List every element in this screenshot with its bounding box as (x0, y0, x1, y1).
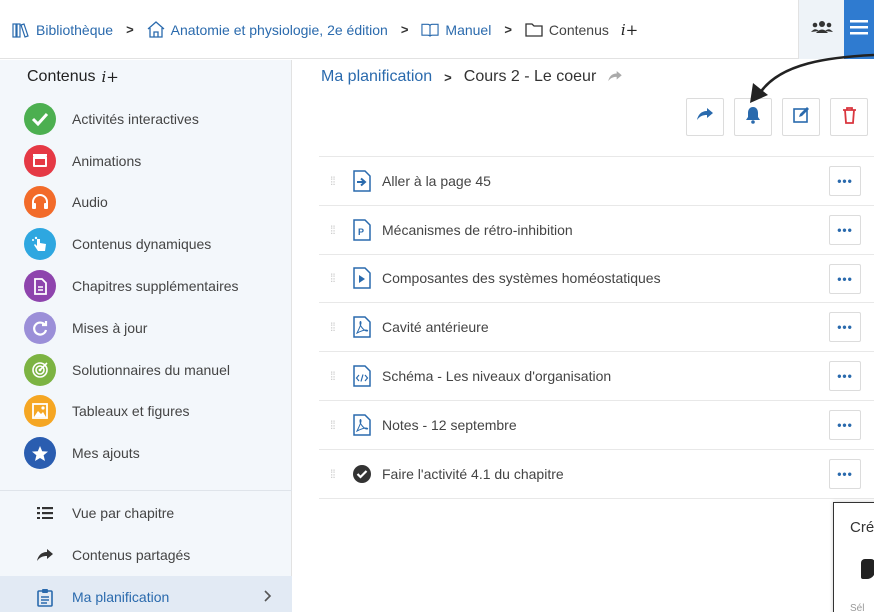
library-icon (12, 21, 30, 39)
sidebar: Contenus i+ Activités interactives Anima… (0, 60, 292, 612)
image-icon (24, 395, 56, 428)
trash-icon (842, 106, 857, 129)
breadcrumb-library[interactable]: Bibliothèque (12, 21, 113, 39)
list-icon (35, 507, 55, 519)
category-audio[interactable]: Audio (24, 182, 239, 224)
top-bar: Bibliothèque > Anatomie et physiologie, … (0, 0, 874, 59)
category-interactive-activities[interactable]: Activités interactives (24, 98, 239, 140)
video-file-icon (351, 266, 373, 290)
list-item[interactable]: ⁞⁞ Schéma - Les niveaux d'organisation •… (319, 352, 874, 401)
category-animations[interactable]: Animations (24, 140, 239, 182)
nav-shared-contents[interactable]: Contenus partagés (0, 534, 292, 576)
chevron-right-icon (264, 589, 272, 605)
more-options-button[interactable]: ••• (829, 361, 861, 392)
clipboard-icon (35, 588, 55, 607)
more-options-button[interactable]: ••• (829, 312, 861, 343)
category-updates[interactable]: Mises à jour (24, 307, 239, 349)
more-options-button[interactable]: ••• (829, 166, 861, 196)
category-my-additions[interactable]: Mes ajouts (24, 432, 239, 474)
menu-button[interactable] (844, 0, 874, 59)
check-icon (24, 102, 56, 135)
popup-title: Cré (850, 519, 874, 536)
more-options-button[interactable]: ••• (829, 263, 861, 294)
drag-handle-icon[interactable]: ⁞⁞ (330, 468, 340, 480)
drag-handle-icon[interactable]: ⁞⁞ (330, 419, 340, 431)
bell-icon (745, 106, 761, 129)
shared-indicator-icon (608, 69, 623, 85)
list-item[interactable]: ⁞⁞ Cavité antérieure ••• (319, 303, 874, 353)
more-options-button[interactable]: ••• (829, 458, 861, 489)
book-open-icon (421, 21, 440, 39)
breadcrumb-contents: Contenus i+ (525, 21, 638, 39)
breadcrumb-book[interactable]: Anatomie et physiologie, 2e édition (147, 21, 388, 39)
code-file-icon (351, 364, 373, 388)
drag-handle-icon[interactable]: ⁞⁞ (330, 272, 340, 284)
svg-text:P: P (358, 227, 364, 237)
users-icon (810, 20, 833, 39)
breadcrumb: Bibliothèque > Anatomie et physiologie, … (12, 0, 638, 59)
more-options-button[interactable]: ••• (829, 409, 861, 440)
planning-link[interactable]: Ma planification (321, 68, 432, 86)
share-arrow-icon (35, 548, 55, 562)
planning-breadcrumb: Ma planification > Cours 2 - Le coeur (321, 68, 623, 86)
delete-button[interactable] (830, 98, 868, 136)
category-dynamic-contents[interactable]: Contenus dynamiques (24, 223, 239, 265)
list-item[interactable]: ⁞⁞ Aller à la page 45 ••• (319, 157, 874, 206)
touch-icon (24, 228, 56, 261)
refresh-icon (24, 311, 56, 344)
sidebar-title: Contenus i+ (27, 68, 119, 86)
notification-button[interactable] (734, 98, 772, 136)
planning-items: ⁞⁞ Aller à la page 45 ••• ⁞⁞ P Mécanisme… (319, 156, 874, 499)
sidebar-divider (0, 490, 292, 491)
folder-icon (525, 21, 543, 39)
nav-chapter-view[interactable]: Vue par chapitre (0, 492, 292, 534)
sidebar-nav: Vue par chapitre Contenus partagés Ma pl… (0, 492, 292, 612)
contents-plus-icon: i+ (620, 20, 639, 39)
course-actions (686, 98, 868, 136)
category-tables-figures[interactable]: Tableaux et figures (24, 391, 239, 433)
drag-handle-icon[interactable]: ⁞⁞ (330, 321, 340, 333)
breadcrumb-manual[interactable]: Manuel (421, 21, 491, 39)
list-item[interactable]: ⁞⁞ Notes - 12 septembre ••• (319, 401, 874, 450)
breadcrumb-separator: > (400, 22, 409, 37)
share-button[interactable] (686, 98, 724, 136)
drag-handle-icon[interactable]: ⁞⁞ (330, 224, 340, 236)
document-icon (24, 270, 56, 303)
star-icon (24, 437, 56, 470)
list-item[interactable]: ⁞⁞ P Mécanismes de rétro-inhibition ••• (319, 206, 874, 255)
breadcrumb-separator: > (504, 22, 512, 37)
users-button[interactable] (798, 0, 844, 59)
category-extra-chapters[interactable]: Chapitres supplémentaires (24, 265, 239, 307)
breadcrumb-separator: > (444, 69, 452, 85)
category-list: Activités interactives Animations Audio … (24, 98, 239, 474)
list-item[interactable]: ⁞⁞ Faire l'activité 4.1 du chapitre ••• (319, 450, 874, 499)
home-icon (147, 21, 165, 39)
course-title: Cours 2 - Le coeur (463, 68, 597, 85)
powerpoint-file-icon: P (351, 218, 373, 242)
share-arrow-icon (697, 108, 713, 126)
edit-button[interactable] (782, 98, 820, 136)
breadcrumb-separator: > (126, 22, 134, 37)
target-icon (24, 353, 56, 386)
list-item[interactable]: ⁞⁞ Composantes des systèmes homéostatiqu… (319, 255, 874, 304)
check-circle-icon (351, 462, 373, 486)
main-content: Ma planification > Cours 2 - Le coeur ⁞⁞… (292, 60, 874, 612)
contents-plus-icon: i+ (101, 68, 119, 86)
more-options-button[interactable]: ••• (829, 214, 861, 245)
pdf-file-icon (351, 413, 373, 437)
hamburger-icon (850, 19, 868, 40)
edit-icon (792, 106, 810, 128)
headphones-icon (24, 186, 56, 219)
film-icon (24, 144, 56, 177)
nav-my-planning[interactable]: Ma planification (0, 576, 292, 612)
category-solutions[interactable]: Solutionnaires du manuel (24, 349, 239, 391)
page-link-icon (351, 169, 373, 193)
popup-shape-icon (861, 559, 874, 579)
create-popup: Cré Sél (833, 502, 874, 612)
drag-handle-icon[interactable]: ⁞⁞ (330, 370, 340, 382)
popup-subtitle: Sél (850, 603, 865, 612)
drag-handle-icon[interactable]: ⁞⁞ (330, 175, 340, 187)
pdf-file-icon (351, 315, 373, 339)
